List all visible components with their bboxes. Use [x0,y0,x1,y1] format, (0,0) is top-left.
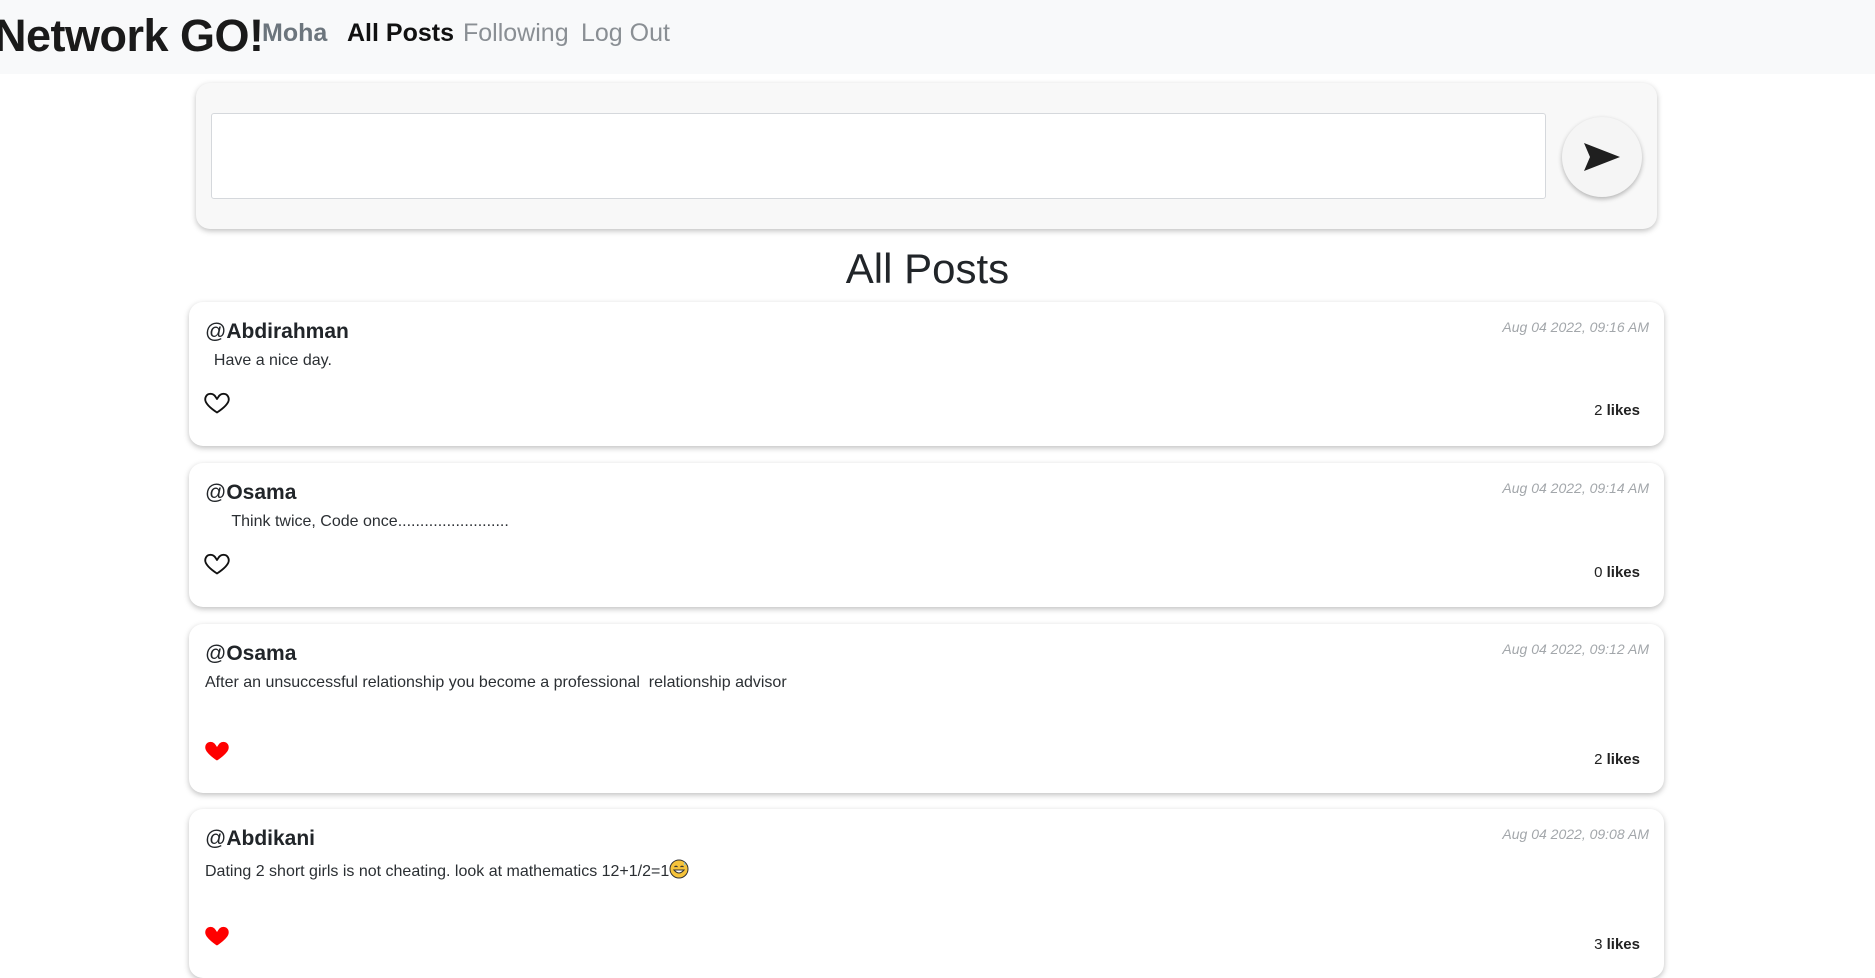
new-post-input[interactable] [211,113,1546,199]
post-card: @Osama Aug 04 2022, 09:12 AM After an unsu… [189,624,1664,793]
at-symbol: @ [205,481,227,504]
author-name[interactable]: Abdirahman [226,320,349,343]
like-count: 0 likes [1594,564,1640,581]
post-body: Have a nice day. [205,352,332,370]
heart-outline-icon[interactable] [203,549,233,579]
like-count: 2 likes [1594,751,1640,768]
at-symbol: @ [205,320,227,343]
post-author[interactable]: @Abdirahman [205,320,349,344]
like-count-label: likes [1606,751,1640,768]
nav-user-profile[interactable]: Moha [262,19,327,48]
like-count-label: likes [1606,936,1640,953]
post-timestamp: Aug 04 2022, 09:16 AM [1502,319,1649,335]
like-count-value: 3 [1594,936,1603,953]
new-post-form [196,83,1657,229]
at-symbol: @ [205,642,227,665]
author-name[interactable]: Osama [226,481,296,504]
post-author[interactable]: @Abdikani [205,827,315,851]
post-text: Dating 2 short girls is not cheating. lo… [205,863,670,880]
like-count: 3 likes [1594,936,1640,953]
brand-logo[interactable]: Network GO! [0,10,264,62]
post-card: @Abdikani Aug 04 2022, 09:08 AM Dating 2 s… [189,809,1664,978]
post-author[interactable]: @Osama [205,642,296,666]
post-text: Think twice, Code once..................… [205,513,509,530]
like-count-label: likes [1606,402,1640,419]
nav-all-posts[interactable]: All Posts [347,19,454,48]
post-timestamp: Aug 04 2022, 09:14 AM [1502,480,1649,496]
grinning-sweat-emoji-icon [669,859,689,884]
navbar: Network GO! Moha All Posts Following Log… [0,0,1875,74]
nav-following[interactable]: Following [463,19,569,48]
heart-outline-icon[interactable] [203,388,233,418]
post-body: Dating 2 short girls is not cheating. lo… [205,859,689,884]
nav-logout[interactable]: Log Out [581,19,670,48]
post-body: Think twice, Code once..................… [205,513,509,531]
like-count: 2 likes [1594,402,1640,419]
heart-filled-icon[interactable] [203,736,233,766]
post-author[interactable]: @Osama [205,481,296,505]
page-title: All Posts [845,245,1010,292]
send-arrow-icon [1584,143,1620,171]
post-body: After an unsuccessful relationship you b… [205,674,787,692]
post-card: @Abdirahman Aug 04 2022, 09:16 AM Have a … [189,302,1664,446]
like-count-value: 2 [1594,751,1603,768]
at-symbol: @ [205,827,227,850]
post-card: @Osama Aug 04 2022, 09:14 AM Think twice,… [189,463,1664,607]
post-text: Have a nice day. [205,352,332,369]
heart-filled-icon[interactable] [203,921,233,951]
post-timestamp: Aug 04 2022, 09:08 AM [1502,826,1649,842]
like-count-value: 2 [1594,402,1603,419]
like-count-value: 0 [1594,564,1603,581]
post-timestamp: Aug 04 2022, 09:12 AM [1502,641,1649,657]
send-post-button[interactable] [1562,117,1642,197]
author-name[interactable]: Abdikani [226,827,315,850]
post-text: After an unsuccessful relationship you b… [205,674,787,691]
author-name[interactable]: Osama [226,642,296,665]
like-count-label: likes [1606,564,1640,581]
